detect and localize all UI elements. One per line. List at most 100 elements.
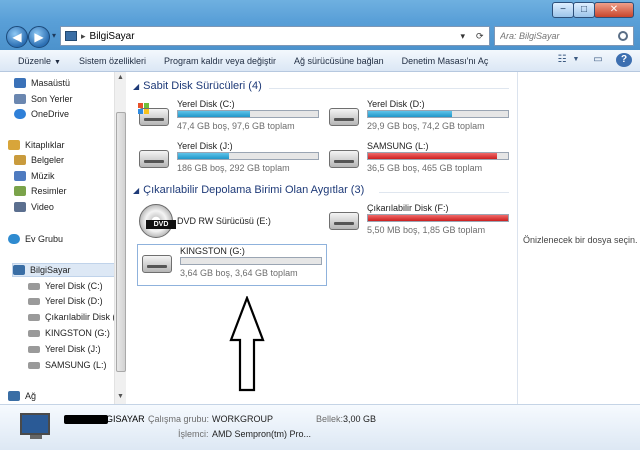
- sidebar-item-label: Yerel Disk (J:): [45, 344, 101, 354]
- usage-bar-fill: [368, 111, 452, 117]
- usb-drive-icon: [28, 329, 40, 337]
- sidebar-item-network[interactable]: Ağ: [8, 389, 36, 403]
- chevron-down-icon: ▼: [54, 58, 61, 66]
- desktop-icon: [14, 78, 26, 88]
- open-control-panel-button[interactable]: Denetim Masası'nı Aç: [393, 50, 498, 72]
- map-network-drive-button[interactable]: Ağ sürücüsüne bağlan: [285, 50, 393, 72]
- sidebar-item-music[interactable]: Müzik: [14, 169, 55, 183]
- search-icon[interactable]: [618, 31, 628, 41]
- sidebar-item-drive-j[interactable]: Yerel Disk (J:): [28, 342, 101, 356]
- breadcrumb-location[interactable]: BilgiSayar: [90, 31, 135, 42]
- sidebar-item-drive-f[interactable]: Çıkarılabilir Disk (: [28, 310, 116, 324]
- up-arrow-annotation: [229, 296, 265, 392]
- help-icon[interactable]: ?: [616, 53, 632, 67]
- sidebar-item-drive-d[interactable]: Yerel Disk (D:): [28, 294, 103, 308]
- history-dropdown-icon[interactable]: ▾: [52, 31, 56, 40]
- sidebar-item-label: Ev Grubu: [25, 234, 64, 244]
- collapse-icon: ◢: [133, 82, 140, 91]
- sidebar-item-label: Yerel Disk (C:): [45, 281, 103, 291]
- scroll-down-icon[interactable]: ▼: [117, 393, 124, 400]
- group-header-removable[interactable]: ◢ Çıkarılabilir Depolama Birimi Olan Aygı…: [133, 184, 364, 196]
- usage-bar: [367, 110, 509, 118]
- sidebar-item-drive-l[interactable]: SAMSUNG (L:): [28, 358, 107, 372]
- system-properties-button[interactable]: Sistem özellikleri: [70, 50, 155, 72]
- drive-tile-l[interactable]: SAMSUNG (L:) 36,5 GB boş, 465 GB toplam: [325, 140, 515, 182]
- search-input[interactable]: [500, 31, 618, 41]
- usage-bar-fill: [368, 215, 508, 221]
- drive-tile-e[interactable]: DVD DVD RW Sürücüsü (E:): [135, 202, 325, 244]
- search-box[interactable]: [494, 26, 634, 46]
- usage-bar: [177, 152, 319, 160]
- scroll-up-icon[interactable]: ▲: [117, 74, 124, 81]
- processor-label: İşlemci:: [178, 429, 209, 439]
- sidebar-item-homegroup[interactable]: Ev Grubu: [8, 232, 63, 246]
- group-title: Sabit Disk Sürücüleri (4): [143, 80, 262, 92]
- window-controls: − □ ✕: [552, 2, 634, 18]
- documents-icon: [14, 155, 26, 165]
- address-dropdown-icon[interactable]: ▾: [460, 31, 465, 42]
- drive-tile-f[interactable]: Çıkarılabilir Disk (F:) 5,50 MB boş, 1,8…: [325, 202, 515, 244]
- computer-icon: [65, 31, 77, 41]
- scrollbar-thumb[interactable]: [116, 112, 126, 372]
- drive-space-info: 36,5 GB boş, 465 GB toplam: [367, 163, 483, 173]
- forward-button[interactable]: ▶: [28, 26, 50, 48]
- sidebar-item-label: Belgeler: [31, 155, 65, 165]
- view-options-icon[interactable]: ☷: [554, 53, 570, 67]
- group-divider: [379, 192, 509, 193]
- group-header-hard-disks[interactable]: ◢ Sabit Disk Sürücüleri (4): [133, 80, 262, 92]
- drive-space-info: 3,64 GB boş, 3,64 GB toplam: [180, 268, 298, 278]
- drive-name: Yerel Disk (J:): [177, 141, 233, 151]
- removable-drive-icon: [28, 313, 40, 321]
- drive-tile-c[interactable]: Yerel Disk (C:) 47,4 GB boş, 97,6 GB top…: [135, 98, 325, 140]
- organize-button[interactable]: Düzenle ▼: [0, 50, 70, 72]
- sidebar-item-onedrive[interactable]: OneDrive: [14, 107, 69, 121]
- sidebar-item-computer[interactable]: BilgiSayar: [12, 263, 118, 277]
- drive-tile-d[interactable]: Yerel Disk (D:) 29,9 GB boş, 74,2 GB top…: [325, 98, 515, 140]
- drive-name: KINGSTON (G:): [180, 246, 245, 256]
- address-bar[interactable]: ▸ BilgiSayar ▾ ⟳: [60, 26, 490, 46]
- usage-bar: [177, 110, 319, 118]
- uninstall-program-button[interactable]: Program kaldır veya değiştir: [155, 50, 285, 72]
- memory-value: 3,00 GB: [343, 414, 377, 424]
- sidebar-item-recent-places[interactable]: Son Yerler: [14, 92, 73, 106]
- drive-name: Çıkarılabilir Disk (F:): [367, 203, 449, 213]
- drive-icon: [329, 108, 359, 126]
- drive-icon: [28, 345, 40, 353]
- command-bar: Düzenle ▼ Sistem özellikleri Program kald…: [0, 50, 640, 72]
- view-dropdown-icon[interactable]: ▼: [572, 53, 580, 67]
- usage-bar-fill: [178, 111, 250, 117]
- drive-space-info: 186 GB boş, 292 GB toplam: [177, 163, 290, 173]
- sidebar-item-label: OneDrive: [31, 109, 70, 119]
- sidebar-item-desktop[interactable]: Masaüstü: [14, 76, 70, 90]
- sidebar-item-label: Video: [31, 202, 54, 212]
- collapse-icon: ◢: [133, 186, 140, 195]
- sidebar-item-video[interactable]: Video: [14, 200, 54, 214]
- breadcrumb-separator[interactable]: ▸: [81, 31, 86, 42]
- homegroup-icon: [8, 234, 20, 244]
- system-drive-icon: [28, 282, 40, 290]
- drive-icon: [28, 361, 40, 369]
- onedrive-icon: [14, 109, 26, 119]
- drive-name: DVD RW Sürücüsü (E:): [177, 216, 271, 226]
- sidebar-item-pictures[interactable]: Resimler: [14, 184, 67, 198]
- sidebar-item-documents[interactable]: Belgeler: [14, 153, 64, 167]
- preview-pane-icon[interactable]: ▭: [590, 53, 606, 67]
- drive-tile-g[interactable]: KINGSTON (G:) 3,64 GB boş, 3,64 GB topla…: [137, 244, 327, 286]
- close-button[interactable]: ✕: [594, 2, 634, 18]
- maximize-button[interactable]: □: [573, 2, 595, 18]
- refresh-icon[interactable]: ⟳: [476, 31, 484, 42]
- minimize-button[interactable]: −: [552, 2, 574, 18]
- sidebar-item-drive-g[interactable]: KINGSTON (G:): [28, 326, 110, 340]
- sidebar-item-drive-c[interactable]: Yerel Disk (C:): [28, 279, 103, 293]
- drive-space-info: 29,9 GB boş, 74,2 GB toplam: [367, 121, 485, 131]
- video-icon: [14, 202, 26, 212]
- drive-name: SAMSUNG (L:): [367, 141, 429, 151]
- sidebar-scrollbar[interactable]: ▲ ▼: [114, 72, 126, 404]
- sidebar-item-label: Yerel Disk (D:): [45, 296, 103, 306]
- back-button[interactable]: ◀: [6, 26, 28, 48]
- sidebar-item-libraries[interactable]: Kitaplıklar: [8, 138, 65, 152]
- sidebar-item-label: Resimler: [31, 186, 67, 196]
- computer-icon: [13, 265, 25, 275]
- recent-places-icon: [14, 94, 26, 104]
- drive-tile-j[interactable]: Yerel Disk (J:) 186 GB boş, 292 GB topla…: [135, 140, 325, 182]
